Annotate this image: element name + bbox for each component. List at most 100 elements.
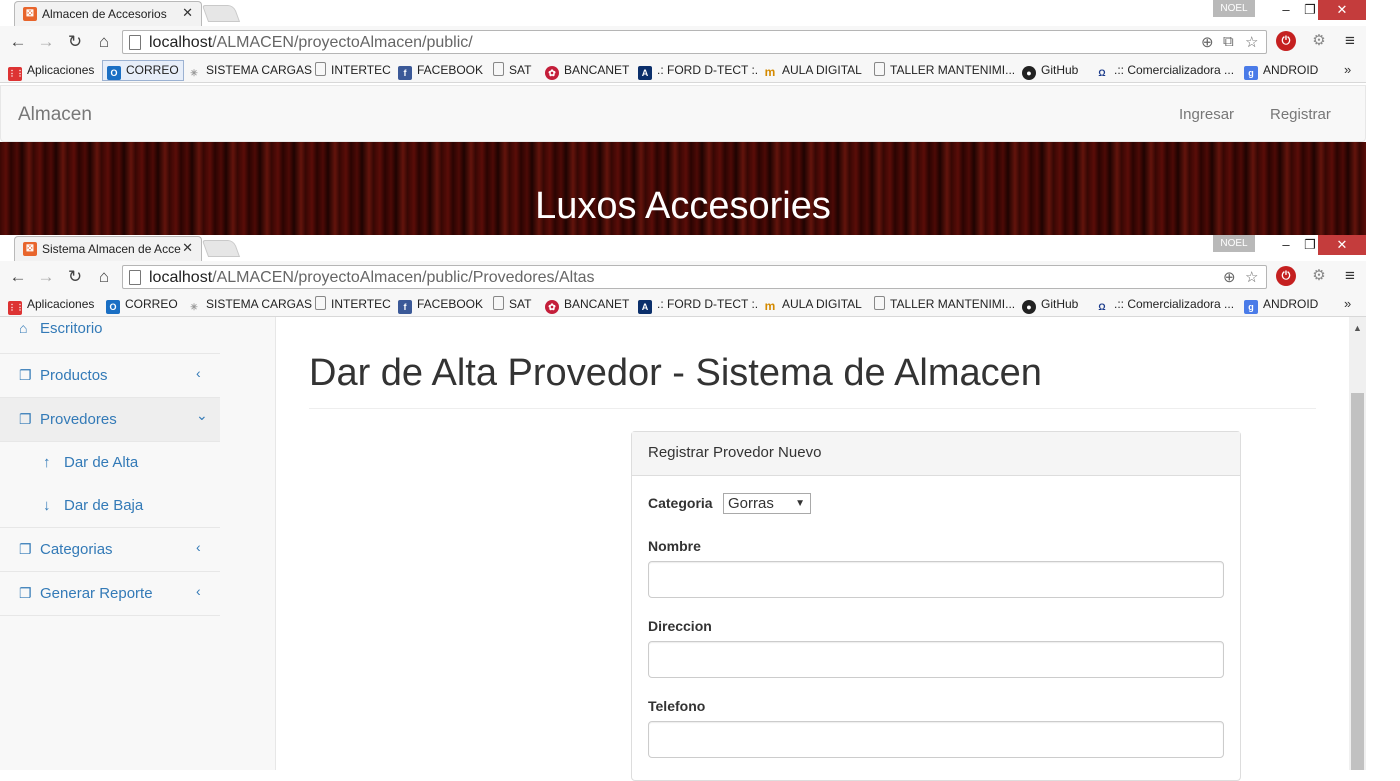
bookmark-github[interactable]: ● GitHub [1022, 296, 1078, 314]
url-text: localhost/ALMACEN/proyectoAlmacen/public… [149, 34, 473, 51]
nav-register-link[interactable]: Registrar [1270, 106, 1331, 123]
bookmark-sat[interactable]: SAT [493, 296, 531, 314]
bookmark-intertec[interactable]: INTERTEC [315, 296, 391, 314]
bookmarks-overflow[interactable]: » [1344, 62, 1351, 77]
vertical-scrollbar[interactable]: ▲ [1349, 317, 1366, 770]
bookmark-comercializadora[interactable]: Ω.:: Comercializadora ... [1095, 296, 1234, 314]
categoria-select[interactable]: Gorras ▼ [723, 493, 811, 514]
profile-badge-2[interactable]: NOEL [1213, 235, 1255, 252]
bookmark-correo[interactable]: O CORREO [102, 60, 184, 81]
site-navbar: Almacen Ingresar Registrar [0, 85, 1366, 142]
telefono-input[interactable] [648, 721, 1224, 758]
sidebar-item-label: Dar de Baja [64, 497, 144, 514]
page-icon [315, 62, 326, 76]
outlook-icon: O [106, 300, 120, 314]
profile-badge[interactable]: NOEL [1213, 0, 1255, 17]
bookmark-aula-digital[interactable]: m AULA DIGITAL [763, 296, 862, 314]
sidebar-item-escritorio[interactable]: ⌂ Escritorio [0, 313, 220, 354]
bookmark-apps[interactable]: ⋮⋮ Aplicaciones [8, 62, 94, 81]
close-window-button[interactable]: ✕ [1318, 0, 1366, 20]
hero-title: Luxos Accesories [535, 185, 831, 227]
page-icon [315, 296, 326, 310]
bancanet-icon: ✿ [545, 66, 559, 80]
home-icon[interactable]: ⌂ [94, 32, 114, 52]
bookmark-android[interactable]: g ANDROID [1244, 296, 1318, 314]
bookmark-github[interactable]: ● GitHub [1022, 62, 1078, 80]
adblock-icon[interactable]: ⏻ [1276, 266, 1296, 286]
nombre-input[interactable] [648, 561, 1224, 598]
sidebar-subitem-dar-baja[interactable]: ↓ Dar de Baja [0, 485, 220, 528]
reload-icon[interactable]: ↻ [65, 32, 85, 52]
page-title: Dar de Alta Provedor - Sistema de Almace… [309, 352, 1042, 394]
url-text-2: localhost/ALMACEN/proyectoAlmacen/public… [149, 269, 595, 286]
moodle-icon: m [764, 65, 776, 79]
bookmark-aula-digital[interactable]: m AULA DIGITAL [763, 62, 862, 80]
bookmark-comercializadora[interactable]: Ω.:: Comercializadora ... [1095, 62, 1234, 80]
sidebar-item-categorias[interactable]: ❐ Categorias ‹ [0, 528, 220, 572]
forward-arrow-icon[interactable]: → [36, 32, 56, 52]
bookmark-sistema-cargas[interactable]: ✳ SISTEMA CARGAS [187, 62, 312, 80]
chevron-left-icon: ‹ [196, 365, 201, 381]
close-tab-icon[interactable]: ✕ [182, 5, 193, 21]
sidebar-item-generar-reporte[interactable]: ❐ Generar Reporte ‹ [0, 572, 220, 616]
bookmark-taller[interactable]: TALLER MANTENIMI... [874, 62, 1015, 80]
bookmark-intertec[interactable]: INTERTEC [315, 62, 391, 80]
browser-tab-active[interactable]: ⊠ Almacen de Accesorios ✕ [14, 1, 202, 26]
scroll-thumb[interactable] [1351, 393, 1364, 770]
direccion-input[interactable] [648, 641, 1224, 678]
extension-icon[interactable]: ⚙ [1309, 266, 1329, 286]
sidebar-item-productos[interactable]: ❐ Productos ‹ [0, 354, 220, 398]
page-icon [129, 270, 141, 285]
adblock-icon[interactable]: ⏻ [1276, 31, 1296, 51]
bookmark-android[interactable]: g ANDROID [1244, 62, 1318, 80]
zoom-icon[interactable]: ⊕ [1223, 268, 1236, 286]
sidebar-subitem-dar-alta[interactable]: ↑ Dar de Alta [0, 442, 220, 485]
new-tab-button[interactable] [201, 5, 241, 22]
bookmark-star-icon[interactable]: ☆ [1245, 33, 1258, 51]
bookmarks-overflow[interactable]: » [1344, 296, 1351, 311]
facebook-icon: f [398, 66, 412, 80]
address-bar-2[interactable]: localhost/ALMACEN/proyectoAlmacen/public… [122, 265, 1267, 289]
bookmark-sistema-cargas[interactable]: ✳ SISTEMA CARGAS [187, 296, 312, 314]
bookmark-sat[interactable]: SAT [493, 62, 531, 80]
tab-strip-2: ⊠ Sistema Almacen de Acce ✕ NOEL – ❐ ✕ [0, 235, 1366, 261]
close-tab-icon[interactable]: ✕ [182, 240, 193, 256]
copy-icon: ❐ [19, 585, 32, 601]
home-icon[interactable]: ⌂ [94, 267, 114, 287]
bookmark-ford[interactable]: A.: FORD D-TECT :. [638, 296, 758, 314]
copy-icon: ❐ [19, 411, 32, 427]
site-brand[interactable]: Almacen [18, 104, 92, 126]
chrome-menu-icon[interactable]: ≡ [1340, 266, 1360, 286]
browser-tab-active-2[interactable]: ⊠ Sistema Almacen de Acce ✕ [14, 236, 202, 261]
bookmark-apps[interactable]: ⋮⋮ Aplicaciones [8, 296, 94, 315]
back-arrow-icon[interactable]: ← [8, 32, 28, 52]
close-window-button-2[interactable]: ✕ [1318, 235, 1366, 255]
bookmark-facebook[interactable]: f FACEBOOK [398, 62, 483, 80]
new-tab-button-2[interactable] [201, 240, 241, 257]
back-arrow-icon[interactable]: ← [8, 267, 28, 287]
sidebar-item-label: Provedores [40, 411, 117, 428]
bookmark-bancanet[interactable]: ✿ BANCANET [545, 62, 629, 80]
bookmark-taller[interactable]: TALLER MANTENIMI... [874, 296, 1015, 314]
translate-icon[interactable]: ⧉ [1223, 33, 1234, 50]
comercializadora-icon: Ω [1098, 302, 1106, 312]
address-bar[interactable]: localhost/ALMACEN/proyectoAlmacen/public… [122, 30, 1267, 54]
bookmark-correo[interactable]: O CORREO [106, 296, 178, 314]
sidebar-item-provedores[interactable]: ❐ Provedores ⌄ [0, 398, 220, 442]
copy-icon: ❐ [19, 541, 32, 557]
bookmark-bancanet[interactable]: ✿ BANCANET [545, 296, 629, 314]
scroll-up-arrow-icon[interactable]: ▲ [1353, 323, 1362, 333]
chevron-left-icon: ‹ [196, 583, 201, 599]
bookmark-star-icon[interactable]: ☆ [1245, 268, 1258, 286]
hero-banner: Luxos Accesories [0, 142, 1366, 235]
bookmark-facebook[interactable]: f FACEBOOK [398, 296, 483, 314]
reload-icon[interactable]: ↻ [65, 267, 85, 287]
forward-arrow-icon[interactable]: → [36, 267, 56, 287]
chrome-menu-icon[interactable]: ≡ [1340, 31, 1360, 51]
zoom-icon[interactable]: ⊕ [1201, 33, 1214, 51]
github-icon: ● [1022, 66, 1036, 80]
extension-icon[interactable]: ⚙ [1309, 31, 1329, 51]
sidebar-item-label: Dar de Alta [64, 454, 139, 471]
nav-login-link[interactable]: Ingresar [1179, 106, 1234, 123]
bookmark-ford[interactable]: A.: FORD D-TECT :. [638, 62, 758, 80]
